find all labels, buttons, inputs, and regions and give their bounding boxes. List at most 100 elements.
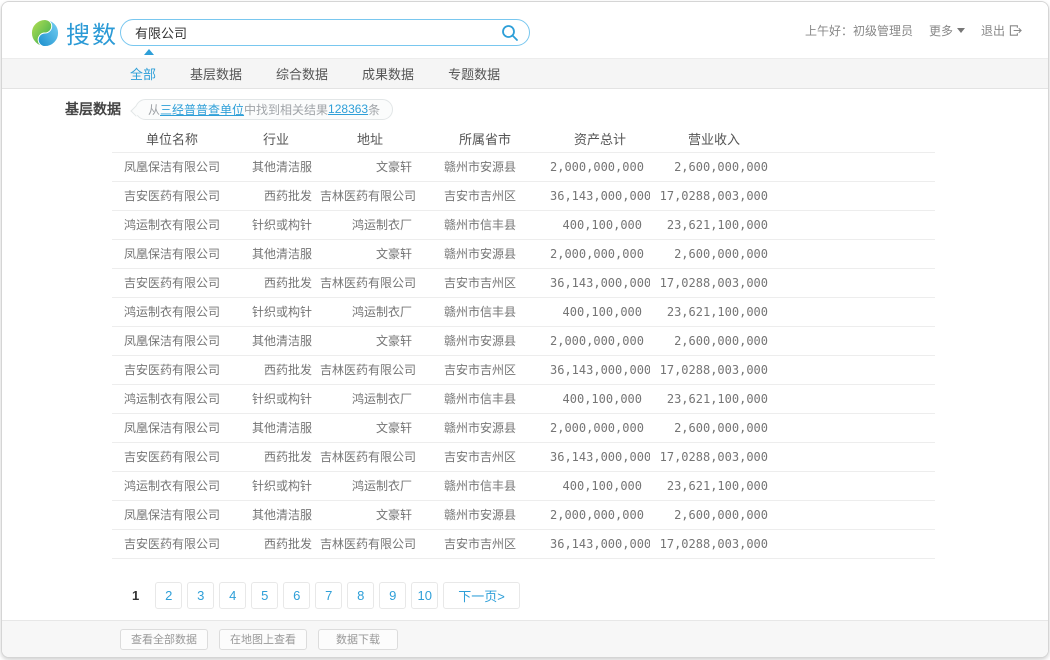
page-button-10[interactable]: 10 [411,582,438,609]
cell-c2: 其他清洁服 [232,500,320,529]
table-row: 吉安医药有限公司西药批发吉林医药有限公司吉安市吉州区36,143,000,000… [112,442,935,471]
cell-c2: 针织或构针 [232,384,320,413]
cell-c3: 吉林医药有限公司 [320,181,420,210]
cell-c2: 其他清洁服 [232,326,320,355]
cell-c4: 吉安市吉州区 [420,268,550,297]
cell-c1: 凤凰保洁有限公司 [112,239,232,268]
page-button-9[interactable]: 9 [379,582,406,609]
column-header: 行业 [232,126,320,152]
page-button-2[interactable]: 2 [155,582,182,609]
cell-c6: 17,0288,003,000 [650,442,778,471]
page-button-8[interactable]: 8 [347,582,374,609]
cell-c3: 文豪轩 [320,413,420,442]
logo: 搜数 [30,15,118,50]
cell-c6: 2,600,000,000 [650,326,778,355]
cell-filler [778,529,935,558]
cell-c4: 赣州市信丰县 [420,297,550,326]
cell-c6: 17,0288,003,000 [650,529,778,558]
cell-c1: 鸿运制衣有限公司 [112,384,232,413]
page-button-4[interactable]: 4 [219,582,246,609]
cell-filler [778,239,935,268]
cell-c6: 23,621,100,000 [650,297,778,326]
cell-c1: 吉安医药有限公司 [112,268,232,297]
cell-c3: 吉林医药有限公司 [320,268,420,297]
cell-c5: 2,000,000,000 [550,326,650,355]
page-buttons: 2345678910 [155,582,443,609]
page-button-5[interactable]: 5 [251,582,278,609]
cell-c2: 西药批发 [232,268,320,297]
cell-c4: 赣州市信丰县 [420,471,550,500]
cell-c4: 赣州市信丰县 [420,210,550,239]
active-tab-pointer-icon [144,49,154,55]
search-input[interactable] [135,25,495,40]
cell-filler [778,384,935,413]
tab-zhuanti[interactable]: 专题数据 [448,64,500,83]
logout-button[interactable]: 退出 [981,22,1022,39]
cell-c2: 针织或构针 [232,297,320,326]
cell-c6: 17,0288,003,000 [650,355,778,384]
cell-c4: 吉安市吉州区 [420,181,550,210]
logo-text: 搜数 [66,15,118,50]
table-row: 鸿运制衣有限公司针织或构针鸿运制衣厂赣州市信丰县400,100,00023,62… [112,384,935,413]
search-box[interactable] [120,19,530,46]
cell-c2: 针织或构针 [232,210,320,239]
page-current: 1 [132,588,139,603]
cell-c5: 36,143,000,000 [550,355,650,384]
table-row: 鸿运制衣有限公司针织或构针鸿运制衣厂赣州市信丰县400,100,00023,62… [112,297,935,326]
cell-c4: 吉安市吉州区 [420,442,550,471]
cell-c2: 西药批发 [232,529,320,558]
cell-c4: 赣州市安源县 [420,413,550,442]
more-menu[interactable]: 更多 [929,22,965,39]
cell-c2: 其他清洁服 [232,152,320,181]
cell-c4: 吉安市吉州区 [420,355,550,384]
cell-filler [778,297,935,326]
cell-c5: 400,100,000 [550,384,650,413]
tab-all[interactable]: 全部 [130,64,156,83]
page-button-7[interactable]: 7 [315,582,342,609]
cell-c1: 鸿运制衣有限公司 [112,297,232,326]
cell-c3: 文豪轩 [320,326,420,355]
result-count-link[interactable]: 128363 [328,102,368,116]
cell-c4: 赣州市信丰县 [420,384,550,413]
view-on-map-button[interactable]: 在地图上查看 [219,629,307,650]
table-header: 单位名称行业地址所属省市资产总计营业收入 [112,126,935,152]
view-all-data-button[interactable]: 查看全部数据 [120,629,208,650]
table-row: 吉安医药有限公司西药批发吉林医药有限公司吉安市吉州区36,143,000,000… [112,355,935,384]
cell-c1: 鸿运制衣有限公司 [112,210,232,239]
cell-c1: 凤凰保洁有限公司 [112,500,232,529]
cell-c2: 西药批发 [232,442,320,471]
table-body: 凤凰保洁有限公司其他清洁服文豪轩赣州市安源县2,000,000,0002,600… [112,152,935,558]
cell-c3: 吉林医药有限公司 [320,442,420,471]
footer-toolbar: 查看全部数据在地图上查看数据下载 [2,620,1048,657]
search-icon[interactable] [501,24,519,42]
cell-c6: 2,600,000,000 [650,152,778,181]
cell-c3: 鸿运制衣厂 [320,297,420,326]
column-header: 营业收入 [650,126,778,152]
cell-c6: 23,621,100,000 [650,471,778,500]
cell-c1: 吉安医药有限公司 [112,181,232,210]
table-row: 鸿运制衣有限公司针织或构针鸿运制衣厂赣州市信丰县400,100,00023,62… [112,210,935,239]
tab-chengguo[interactable]: 成果数据 [362,64,414,83]
chevron-down-icon [957,28,965,33]
source-link[interactable]: 三经普普查单位 [160,101,244,118]
download-data-button[interactable]: 数据下载 [318,629,398,650]
top-header: 搜数 上午好：初级管理员 更多 退出 [2,2,1048,58]
next-page-button[interactable]: 下一页> [443,582,520,609]
cell-c5: 2,000,000,000 [550,500,650,529]
cell-filler [778,471,935,500]
greeting-text: 上午好：初级管理员 [805,22,913,39]
tab-zonghe[interactable]: 综合数据 [276,64,328,83]
page-button-3[interactable]: 3 [187,582,214,609]
tab-jiceng[interactable]: 基层数据 [190,64,242,83]
cell-c3: 吉林医药有限公司 [320,355,420,384]
cell-c2: 其他清洁服 [232,413,320,442]
page-button-6[interactable]: 6 [283,582,310,609]
column-header: 单位名称 [112,126,232,152]
results-table: 单位名称行业地址所属省市资产总计营业收入 凤凰保洁有限公司其他清洁服文豪轩赣州市… [112,126,935,559]
table-row: 吉安医药有限公司西药批发吉林医药有限公司吉安市吉州区36,143,000,000… [112,268,935,297]
cell-filler [778,181,935,210]
cell-c4: 吉安市吉州区 [420,529,550,558]
table-row: 凤凰保洁有限公司其他清洁服文豪轩赣州市安源县2,000,000,0002,600… [112,239,935,268]
more-label: 更多 [929,22,953,39]
cell-c6: 17,0288,003,000 [650,268,778,297]
